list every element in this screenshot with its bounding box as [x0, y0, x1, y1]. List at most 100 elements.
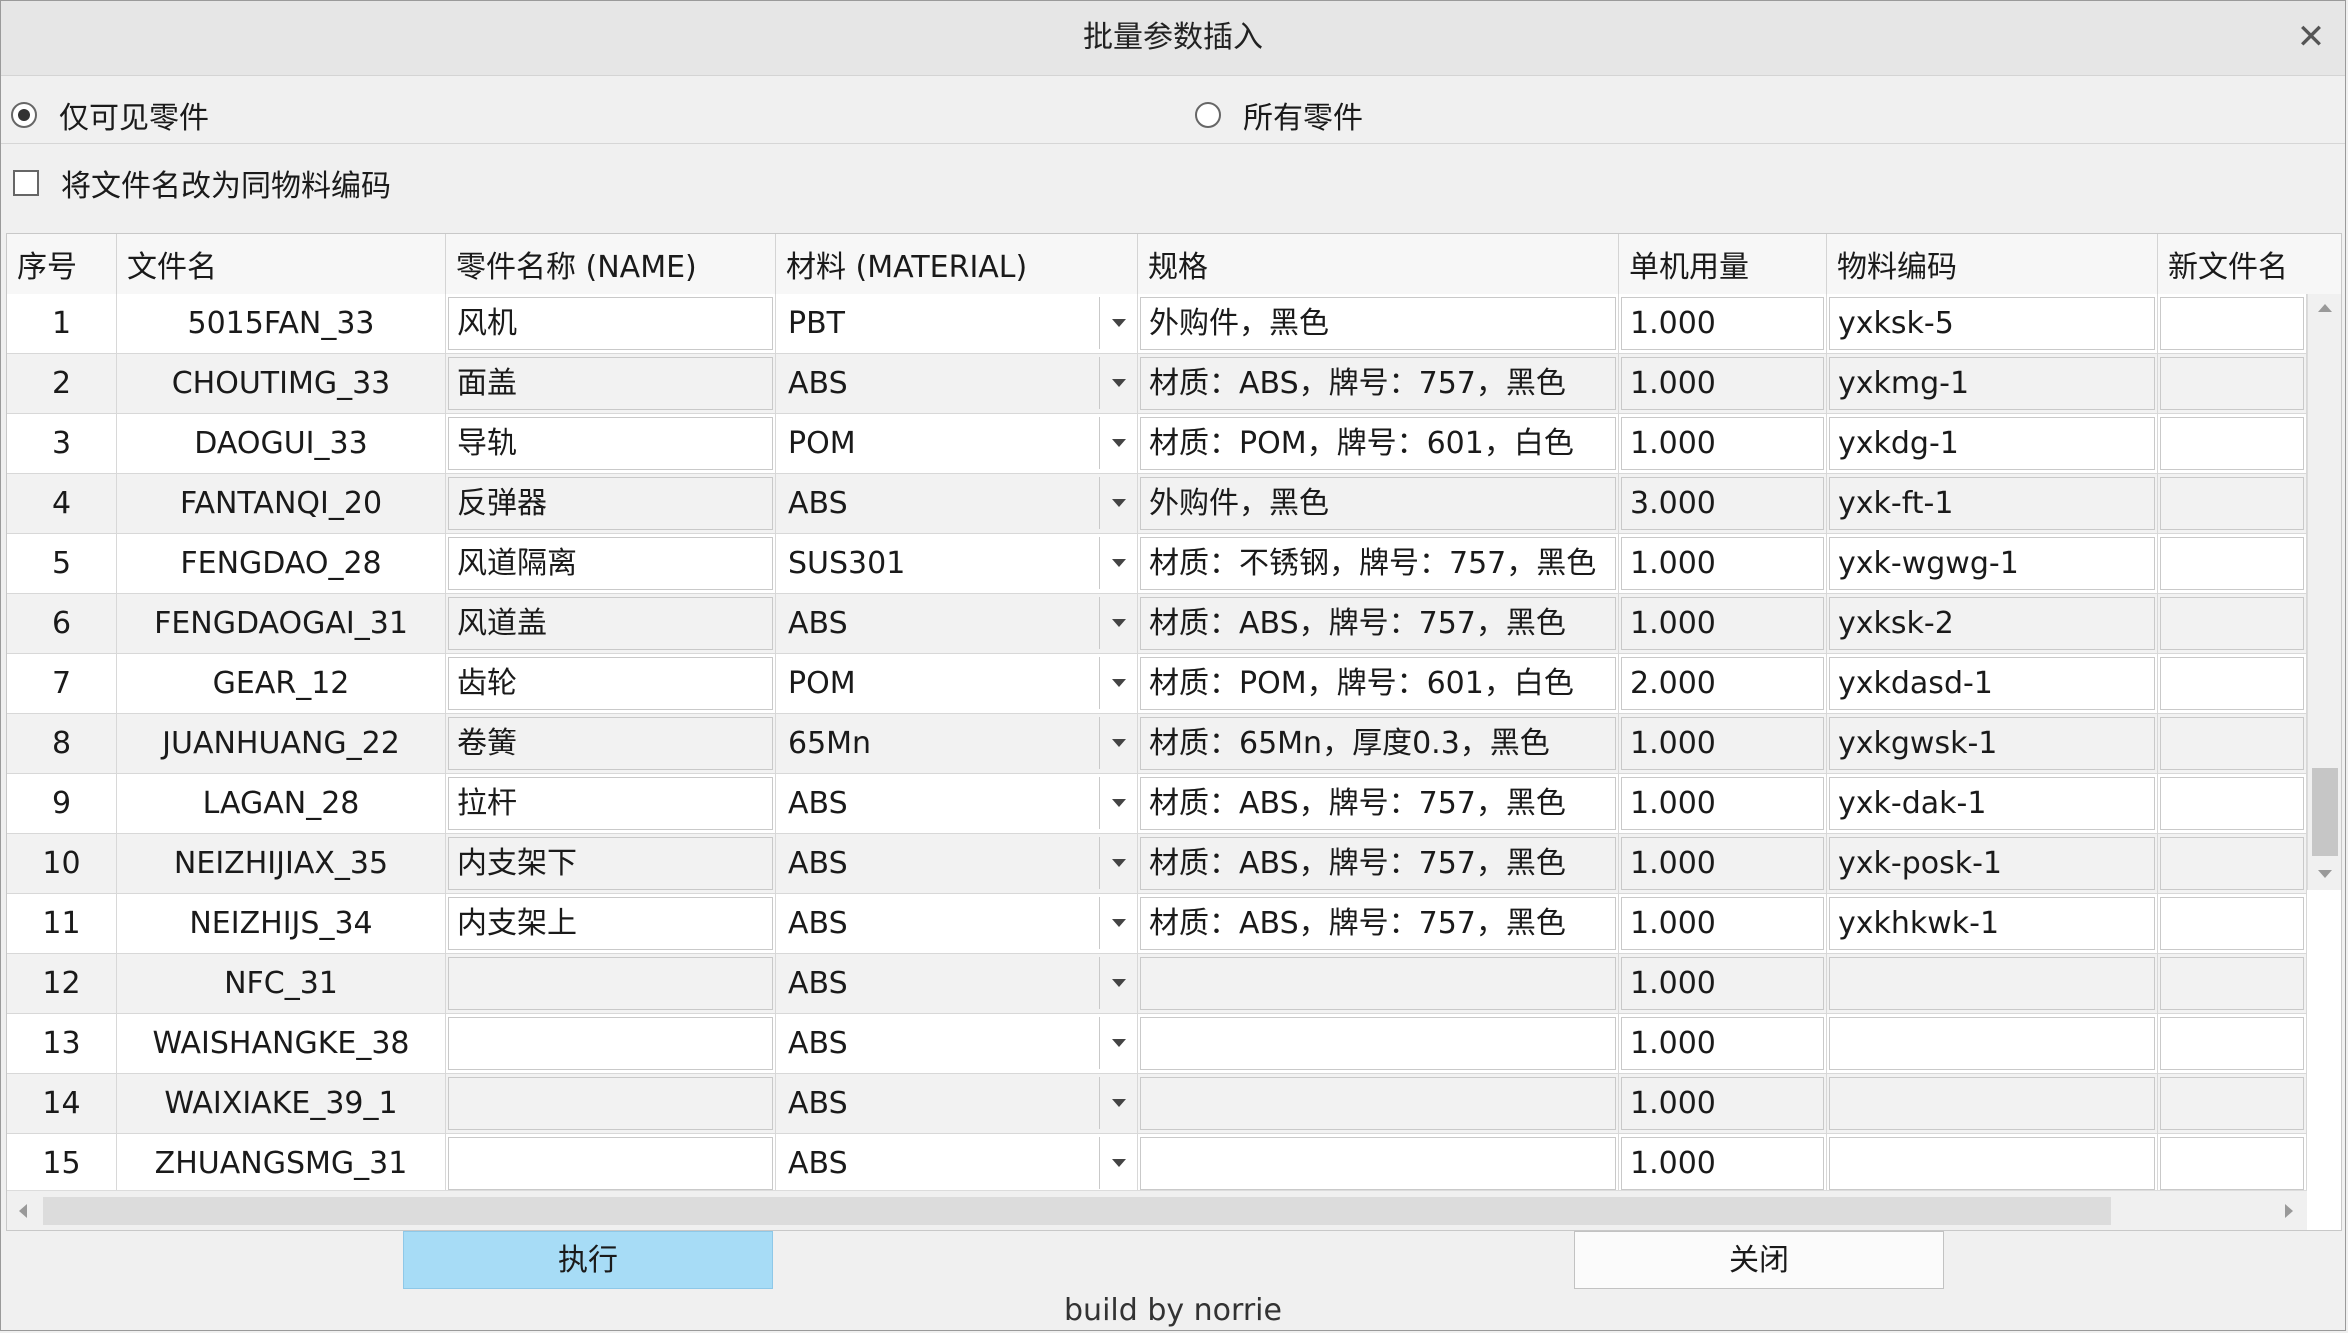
table-row[interactable]: 15 ZHUANGSMG_31 ABS 1.000	[7, 1134, 2307, 1194]
qty-input[interactable]: 1.000	[1621, 1017, 1824, 1070]
name-input[interactable]	[448, 1077, 773, 1130]
material-select[interactable]: ABS	[776, 1134, 1138, 1194]
scroll-up-icon[interactable]	[2308, 294, 2341, 324]
material-select[interactable]: ABS	[776, 774, 1138, 834]
newfile-input[interactable]	[2160, 297, 2304, 350]
name-input[interactable]: 风道盖	[448, 597, 773, 650]
chevron-down-icon[interactable]	[1099, 417, 1137, 469]
horizontal-scrollbar[interactable]	[7, 1190, 2307, 1230]
spec-input[interactable]: 材质：ABS，牌号：757，黑色	[1140, 897, 1616, 950]
spec-input[interactable]: 材质：65Mn，厚度0.3，黑色	[1140, 717, 1616, 770]
execute-button[interactable]: 执行	[403, 1231, 773, 1289]
name-input[interactable]: 内支架下	[448, 837, 773, 890]
scroll-right-icon[interactable]	[2271, 1191, 2307, 1230]
name-input[interactable]: 拉杆	[448, 777, 773, 830]
name-input[interactable]: 反弹器	[448, 477, 773, 530]
col-header-spec[interactable]: 规格	[1138, 234, 1619, 294]
table-row[interactable]: 7 GEAR_12 齿轮 POM 材质：POM，牌号：601，白色 2.000 yxkdas…	[7, 654, 2307, 714]
chevron-down-icon[interactable]	[1099, 1017, 1137, 1069]
chevron-down-icon[interactable]	[1099, 1137, 1137, 1189]
newfile-input[interactable]	[2160, 417, 2304, 470]
code-input[interactable]: yxk-posk-1	[1829, 837, 2155, 890]
chevron-down-icon[interactable]	[1099, 657, 1137, 709]
code-input[interactable]	[1829, 957, 2155, 1010]
spec-input[interactable]: 材质：POM，牌号：601，白色	[1140, 657, 1616, 710]
col-header-material[interactable]: 材料 (MATERIAL)	[776, 234, 1138, 294]
qty-input[interactable]: 2.000	[1621, 657, 1824, 710]
material-select[interactable]: POM	[776, 654, 1138, 714]
newfile-input[interactable]	[2160, 657, 2304, 710]
newfile-input[interactable]	[2160, 537, 2304, 590]
scroll-left-icon[interactable]	[7, 1191, 43, 1230]
col-header-qty[interactable]: 单机用量	[1619, 234, 1827, 294]
visible-parts-radio[interactable]: 仅可见零件	[11, 93, 209, 137]
code-input[interactable]: yxk-ft-1	[1829, 477, 2155, 530]
chevron-down-icon[interactable]	[1099, 297, 1137, 349]
code-input[interactable]: yxkdg-1	[1829, 417, 2155, 470]
material-select[interactable]: ABS	[776, 594, 1138, 654]
newfile-input[interactable]	[2160, 597, 2304, 650]
vertical-scrollbar[interactable]	[2307, 294, 2341, 890]
table-row[interactable]: 8 JUANHUANG_22 卷簧 65Mn 材质：65Mn，厚度0.3，黑色 1.000…	[7, 714, 2307, 774]
col-header-code[interactable]: 物料编码	[1827, 234, 2158, 294]
newfile-input[interactable]	[2160, 837, 2304, 890]
table-row[interactable]: 2 CHOUTIMG_33 面盖 ABS 材质：ABS，牌号：757，黑色 1.000 yx…	[7, 354, 2307, 414]
chevron-down-icon[interactable]	[1099, 537, 1137, 589]
table-row[interactable]: 3 DAOGUI_33 导轨 POM 材质：POM，牌号：601，白色 1.000 yxkd…	[7, 414, 2307, 474]
qty-input[interactable]: 1.000	[1621, 957, 1824, 1010]
spec-input[interactable]	[1140, 957, 1616, 1010]
table-row[interactable]: 10 NEIZHIJIAX_35 内支架下 ABS 材质：ABS，牌号：757，黑色 1.…	[7, 834, 2307, 894]
spec-input[interactable]: 材质：ABS，牌号：757，黑色	[1140, 357, 1616, 410]
name-input[interactable]	[448, 957, 773, 1010]
rename-checkbox[interactable]: 将文件名改为同物料编码	[1, 161, 391, 205]
all-parts-radio[interactable]: 所有零件	[1195, 93, 1363, 137]
name-input[interactable]: 风机	[448, 297, 773, 350]
name-input[interactable]	[448, 1017, 773, 1070]
spec-input[interactable]	[1140, 1137, 1616, 1190]
qty-input[interactable]: 1.000	[1621, 777, 1824, 830]
code-input[interactable]: yxkgwsk-1	[1829, 717, 2155, 770]
qty-input[interactable]: 1.000	[1621, 717, 1824, 770]
chevron-down-icon[interactable]	[1099, 477, 1137, 529]
table-row[interactable]: 6 FENGDAOGAI_31 风道盖 ABS 材质：ABS，牌号：757，黑色 1.00…	[7, 594, 2307, 654]
spec-input[interactable]: 材质：不锈钢，牌号：757，黑色	[1140, 537, 1616, 590]
material-select[interactable]: PBT	[776, 294, 1138, 354]
spec-input[interactable]	[1140, 1017, 1616, 1070]
code-input[interactable]	[1829, 1077, 2155, 1130]
material-select[interactable]: POM	[776, 414, 1138, 474]
name-input[interactable]: 齿轮	[448, 657, 773, 710]
newfile-input[interactable]	[2160, 777, 2304, 830]
spec-input[interactable]	[1140, 1077, 1616, 1130]
material-select[interactable]: ABS	[776, 894, 1138, 954]
qty-input[interactable]: 1.000	[1621, 297, 1824, 350]
qty-input[interactable]: 1.000	[1621, 837, 1824, 890]
name-input[interactable]: 风道隔离	[448, 537, 773, 590]
scroll-down-icon[interactable]	[2308, 860, 2341, 890]
material-select[interactable]: ABS	[776, 834, 1138, 894]
horizontal-scroll-thumb[interactable]	[43, 1197, 2111, 1225]
chevron-down-icon[interactable]	[1099, 1077, 1137, 1129]
newfile-input[interactable]	[2160, 957, 2304, 1010]
col-header-file[interactable]: 文件名	[117, 234, 446, 294]
code-input[interactable]: yxkdasd-1	[1829, 657, 2155, 710]
material-select[interactable]: ABS	[776, 354, 1138, 414]
code-input[interactable]: yxk-wgwg-1	[1829, 537, 2155, 590]
code-input[interactable]: yxksk-2	[1829, 597, 2155, 650]
name-input[interactable]	[448, 1137, 773, 1190]
qty-input[interactable]: 1.000	[1621, 357, 1824, 410]
table-row[interactable]: 11 NEIZHIJS_34 内支架上 ABS 材质：ABS，牌号：757，黑色 1.00…	[7, 894, 2307, 954]
table-row[interactable]: 4 FANTANQI_20 反弹器 ABS 外购件，黑色 3.000 yxk-ft-1	[7, 474, 2307, 534]
material-select[interactable]: SUS301	[776, 534, 1138, 594]
spec-input[interactable]: 材质：POM，牌号：601，白色	[1140, 417, 1616, 470]
code-input[interactable]: yxkhkwk-1	[1829, 897, 2155, 950]
newfile-input[interactable]	[2160, 897, 2304, 950]
table-row[interactable]: 5 FENGDAO_28 风道隔离 SUS301 材质：不锈钢，牌号：757，黑色 1.0…	[7, 534, 2307, 594]
name-input[interactable]: 导轨	[448, 417, 773, 470]
newfile-input[interactable]	[2160, 477, 2304, 530]
material-select[interactable]: 65Mn	[776, 714, 1138, 774]
table-row[interactable]: 14 WAIXIAKE_39_1 ABS 1.000	[7, 1074, 2307, 1134]
table-row[interactable]: 13 WAISHANGKE_38 ABS 1.000	[7, 1014, 2307, 1074]
vertical-scroll-thumb[interactable]	[2312, 768, 2338, 856]
table-row[interactable]: 12 NFC_31 ABS 1.000	[7, 954, 2307, 1014]
spec-input[interactable]: 材质：ABS，牌号：757，黑色	[1140, 837, 1616, 890]
